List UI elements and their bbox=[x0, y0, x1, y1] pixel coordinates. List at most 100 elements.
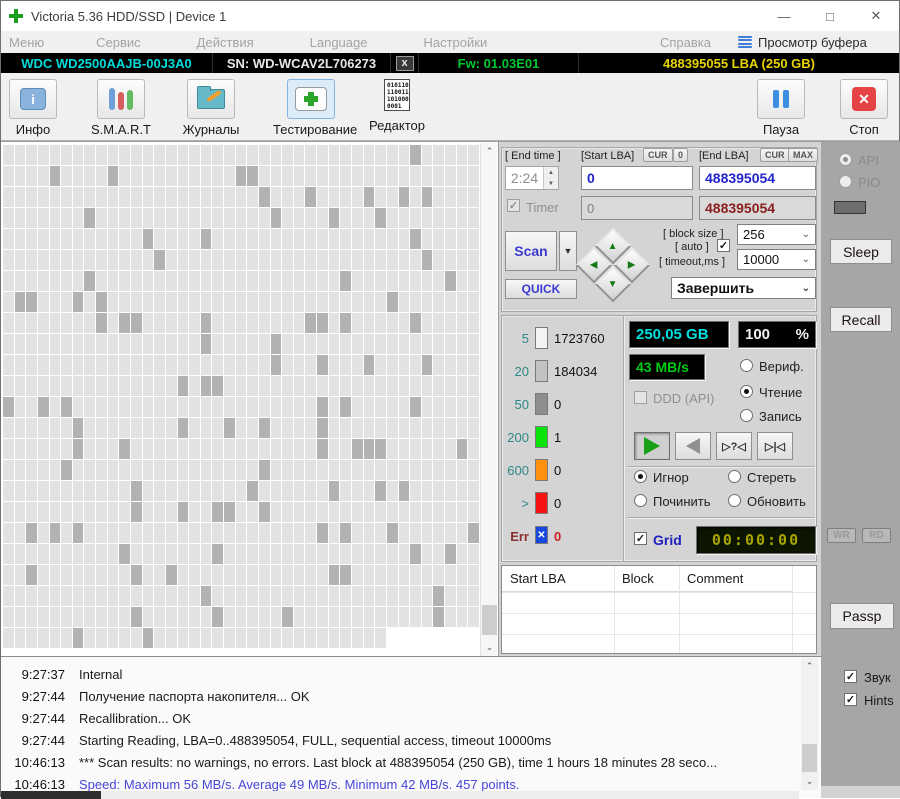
scan-block bbox=[445, 586, 456, 606]
scroll-down-icon[interactable]: ⌄ bbox=[801, 773, 818, 790]
scan-block bbox=[107, 628, 119, 648]
hints-checkbox[interactable] bbox=[844, 693, 857, 706]
timer-checkbox[interactable] bbox=[507, 199, 520, 212]
scan-block bbox=[14, 397, 26, 417]
scan-block bbox=[386, 313, 398, 333]
wr-button[interactable]: WR bbox=[827, 528, 856, 543]
scan-block bbox=[61, 376, 72, 396]
start-zero-button[interactable]: 0 bbox=[673, 148, 689, 162]
scan-block bbox=[84, 334, 96, 354]
scan-block bbox=[177, 376, 189, 396]
testing-button[interactable]: Тестирование bbox=[273, 79, 357, 137]
scroll-up-icon[interactable]: ⌃ bbox=[481, 143, 498, 160]
scan-block bbox=[3, 313, 14, 333]
info-button[interactable]: i Инфо bbox=[1, 79, 65, 137]
write-radio[interactable] bbox=[740, 409, 753, 422]
scan-block bbox=[212, 523, 224, 543]
scroll-down-icon[interactable]: ⌄ bbox=[481, 639, 498, 656]
recall-button[interactable]: Recall bbox=[830, 307, 892, 332]
refresh-radio[interactable] bbox=[728, 494, 741, 507]
spin-down-icon[interactable]: ▼ bbox=[544, 178, 558, 189]
menu-settings[interactable]: Настройки bbox=[409, 35, 501, 50]
menu-menu[interactable]: Меню bbox=[1, 35, 58, 50]
quick-button[interactable]: QUICK bbox=[505, 279, 577, 299]
go-end-button[interactable]: ▷|◁ bbox=[757, 432, 793, 460]
back-button[interactable] bbox=[675, 432, 711, 460]
remap-radio[interactable] bbox=[634, 494, 647, 507]
log-hscrollbar[interactable] bbox=[1, 791, 799, 799]
scan-block bbox=[247, 187, 258, 207]
end-cur-button[interactable]: CUR bbox=[760, 148, 790, 162]
journals-button[interactable]: Журналы bbox=[179, 79, 243, 137]
go-end-icon: ▷|◁ bbox=[765, 440, 785, 453]
device-close-button[interactable]: x bbox=[395, 55, 414, 71]
close-button[interactable]: ✕ bbox=[853, 1, 899, 31]
start-cur-button[interactable]: CUR bbox=[643, 148, 673, 162]
smart-button[interactable]: S.M.A.R.T bbox=[89, 79, 153, 137]
scroll-up-icon[interactable]: ⌃ bbox=[801, 658, 818, 675]
read-radio[interactable] bbox=[740, 385, 753, 398]
map-scrollbar[interactable]: ⌃ ⌄ bbox=[480, 143, 497, 656]
minimize-button[interactable]: — bbox=[761, 1, 807, 31]
api-radio[interactable] bbox=[839, 153, 852, 166]
pause-button[interactable]: Пауза bbox=[749, 79, 813, 137]
start-lba-input[interactable]: 0 bbox=[581, 166, 693, 190]
sound-checkbox[interactable] bbox=[844, 670, 857, 683]
scan-block bbox=[37, 145, 49, 165]
grid-checkbox[interactable] bbox=[634, 532, 647, 545]
scan-block bbox=[107, 208, 119, 228]
end-time-spinner[interactable]: 2:24 ▲ ▼ bbox=[505, 166, 559, 190]
menu-language[interactable]: Language bbox=[296, 35, 382, 50]
scan-block bbox=[317, 208, 328, 228]
menu-service[interactable]: Сервис bbox=[82, 35, 155, 50]
block-size-combo[interactable]: 256 ⌄ bbox=[737, 224, 816, 245]
play-button[interactable] bbox=[634, 432, 670, 460]
auto-checkbox[interactable] bbox=[717, 239, 730, 252]
spin-up-icon[interactable]: ▲ bbox=[544, 167, 558, 178]
scan-block bbox=[386, 334, 398, 354]
rd-button[interactable]: RD bbox=[862, 528, 891, 543]
scan-block bbox=[177, 292, 189, 312]
editor-button[interactable]: 010110 110011 101000 0001 Редактор bbox=[365, 75, 429, 133]
seek-error-button[interactable]: ▷?◁ bbox=[716, 432, 752, 460]
scan-block bbox=[212, 271, 224, 291]
sleep-button[interactable]: Sleep bbox=[830, 239, 892, 264]
log-scrollbar[interactable]: ⌃ ⌄ bbox=[801, 658, 818, 790]
erase-radio[interactable] bbox=[728, 470, 741, 483]
timeout-combo[interactable]: 10000 ⌄ bbox=[737, 249, 816, 270]
device-firmware: Fw: 01.03E01 bbox=[419, 53, 579, 73]
scan-block bbox=[165, 229, 177, 249]
end-max-button[interactable]: MAX bbox=[788, 148, 818, 162]
verify-radio[interactable] bbox=[740, 359, 753, 372]
scan-block bbox=[72, 376, 84, 396]
scan-block bbox=[177, 229, 189, 249]
scan-block bbox=[410, 397, 421, 417]
scan-block bbox=[26, 229, 37, 249]
log-scroll-thumb[interactable] bbox=[802, 744, 817, 772]
percent-lcd: 100% bbox=[738, 321, 816, 348]
map-scroll-thumb[interactable] bbox=[482, 605, 497, 635]
scan-block bbox=[247, 355, 258, 375]
ignore-radio[interactable] bbox=[634, 470, 647, 483]
scan-block bbox=[398, 586, 410, 606]
scan-block bbox=[14, 313, 26, 333]
stop-button[interactable]: ✕ Стоп bbox=[832, 79, 896, 137]
scan-block bbox=[247, 460, 258, 480]
scan-dropdown-button[interactable]: ▼ bbox=[559, 231, 577, 271]
scan-block bbox=[247, 418, 258, 438]
scan-block bbox=[270, 628, 282, 648]
scan-block bbox=[107, 565, 119, 585]
after-action-combo[interactable]: Завершить ⌄ bbox=[671, 277, 816, 299]
end-lba-input[interactable]: 488395054 bbox=[699, 166, 816, 190]
log-hscroll-thumb[interactable] bbox=[1, 791, 101, 799]
scan-block bbox=[328, 565, 340, 585]
scan-button[interactable]: Scan bbox=[505, 231, 557, 271]
pio-radio[interactable] bbox=[839, 175, 852, 188]
maximize-button[interactable]: □ bbox=[807, 1, 853, 31]
ddd-checkbox[interactable] bbox=[634, 391, 647, 404]
scan-block bbox=[445, 439, 456, 459]
buffer-view-button[interactable]: Просмотр буфера bbox=[738, 35, 867, 50]
menu-help[interactable]: Справка bbox=[646, 35, 725, 50]
passp-button[interactable]: Passp bbox=[830, 603, 894, 629]
menu-actions[interactable]: Действия bbox=[183, 35, 268, 50]
